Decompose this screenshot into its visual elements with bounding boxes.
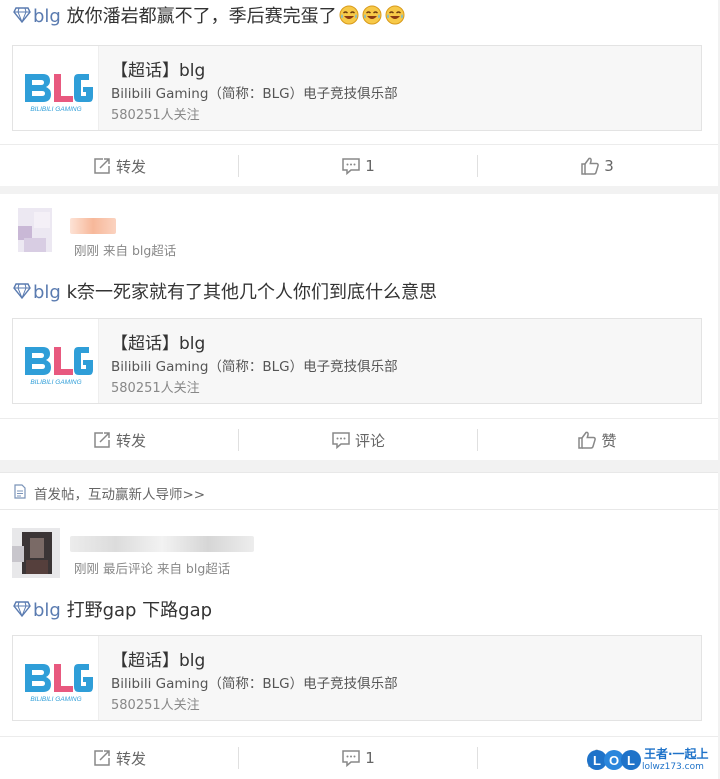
supertopic-title: 【超话】blg — [111, 334, 206, 354]
blg-logo — [13, 636, 99, 720]
comment-button[interactable]: 1 — [239, 145, 477, 187]
repost-button[interactable]: 转发 — [0, 737, 238, 779]
post-text: 打野gap 下路gap — [60, 600, 213, 621]
laugh-cry-emoji-icon — [362, 5, 382, 25]
svg-text:L: L — [627, 753, 635, 768]
username[interactable] — [70, 536, 254, 552]
post-card: blg 放你潘岩都赢不了，季后赛完蛋了 【超话】blg Bilibili Gam… — [0, 0, 718, 186]
comment-count: 1 — [365, 157, 375, 175]
like-button[interactable]: 3 — [478, 145, 716, 187]
topic-tag-link[interactable]: blg — [33, 282, 61, 303]
post-meta: 刚刚 最后评论 来自 blg超话 — [74, 561, 231, 576]
avatar[interactable] — [12, 528, 60, 578]
watermark-text: 王者·一起上 — [644, 747, 709, 761]
post-card: 刚刚 最后评论 来自 blg超话 blg 打野gap 下路gap 【超话】blg… — [0, 510, 718, 779]
laugh-cry-emoji-icon — [339, 5, 359, 25]
supertopic-title: 【超话】blg — [111, 61, 206, 81]
svg-text:L: L — [593, 753, 601, 768]
supertopic-subtitle: Bilibili Gaming（简称：BLG）电子竞技俱乐部 — [111, 86, 398, 102]
post-meta: 刚刚 来自 blg超话 — [74, 243, 177, 258]
comment-button[interactable]: 评论 — [239, 419, 477, 461]
supertopic-card[interactable]: 【超话】blg Bilibili Gaming（简称：BLG）电子竞技俱乐部 5… — [12, 635, 702, 721]
first-post-notice[interactable]: 首发帖，互动赢新人导师>> — [0, 472, 718, 510]
document-icon — [14, 484, 26, 499]
diamond-icon — [13, 601, 31, 617]
avatar[interactable] — [12, 206, 60, 256]
comment-icon — [341, 156, 361, 176]
supertopic-followers: 580251人关注 — [111, 698, 200, 713]
notice-text: 首发帖，互动赢新人导师>> — [34, 487, 206, 503]
like-button[interactable]: 赞 — [478, 419, 716, 461]
post-card: 刚刚 来自 blg超话 blg k奈一死家就有了其他几个人你们到底什么意思 【超… — [0, 194, 718, 460]
diamond-icon — [13, 7, 31, 23]
like-icon — [577, 430, 597, 450]
repost-label: 转发 — [115, 157, 146, 176]
post-text: k奈一死家就有了其他几个人你们到底什么意思 — [60, 282, 438, 303]
action-bar: 转发 1 3 — [0, 144, 718, 186]
blg-logo — [13, 46, 99, 130]
comment-button[interactable]: 1 — [239, 737, 477, 779]
comment-icon — [341, 748, 361, 768]
blg-logo — [13, 319, 99, 403]
username[interactable] — [70, 218, 116, 234]
repost-icon — [92, 430, 112, 450]
repost-icon — [92, 748, 112, 768]
repost-label: 转发 — [115, 749, 146, 768]
action-bar: 转发 评论 赞 — [0, 418, 718, 460]
supertopic-title: 【超话】blg — [111, 651, 206, 671]
post-content: blg 放你潘岩都赢不了，季后赛完蛋了 — [13, 2, 405, 28]
supertopic-card[interactable]: 【超话】blg Bilibili Gaming（简称：BLG）电子竞技俱乐部 5… — [12, 45, 702, 131]
diamond-icon — [13, 283, 31, 299]
supertopic-subtitle: Bilibili Gaming（简称：BLG）电子竞技俱乐部 — [111, 359, 398, 375]
comment-count: 1 — [365, 749, 375, 767]
supertopic-subtitle: Bilibili Gaming（简称：BLG）电子竞技俱乐部 — [111, 676, 398, 692]
supertopic-card[interactable]: 【超话】blg Bilibili Gaming（简称：BLG）电子竞技俱乐部 5… — [12, 318, 702, 404]
repost-label: 转发 — [115, 431, 146, 450]
topic-tag-link[interactable]: blg — [33, 6, 61, 27]
like-count: 3 — [604, 157, 614, 175]
post-content: blg k奈一死家就有了其他几个人你们到底什么意思 — [13, 278, 437, 304]
comment-icon — [331, 430, 351, 450]
like-icon — [580, 156, 600, 176]
post-text: 放你潘岩都赢不了，季后赛完蛋了 — [60, 6, 337, 27]
laugh-cry-emoji-icon — [385, 5, 405, 25]
lol-logo-icon: L O L — [587, 750, 641, 770]
supertopic-followers: 580251人关注 — [111, 381, 200, 396]
svg-text:O: O — [609, 753, 619, 768]
supertopic-followers: 580251人关注 — [111, 108, 200, 123]
watermark-url: lolwz173.com — [642, 762, 704, 772]
topic-tag-link[interactable]: blg — [33, 600, 61, 621]
site-watermark: L O L 王者·一起上 lolwz173.com — [586, 743, 716, 777]
repost-icon — [92, 156, 112, 176]
repost-button[interactable]: 转发 — [0, 145, 238, 187]
repost-button[interactable]: 转发 — [0, 419, 238, 461]
post-content: blg 打野gap 下路gap — [13, 596, 212, 622]
comment-label: 评论 — [354, 431, 385, 450]
like-label: 赞 — [601, 431, 617, 450]
